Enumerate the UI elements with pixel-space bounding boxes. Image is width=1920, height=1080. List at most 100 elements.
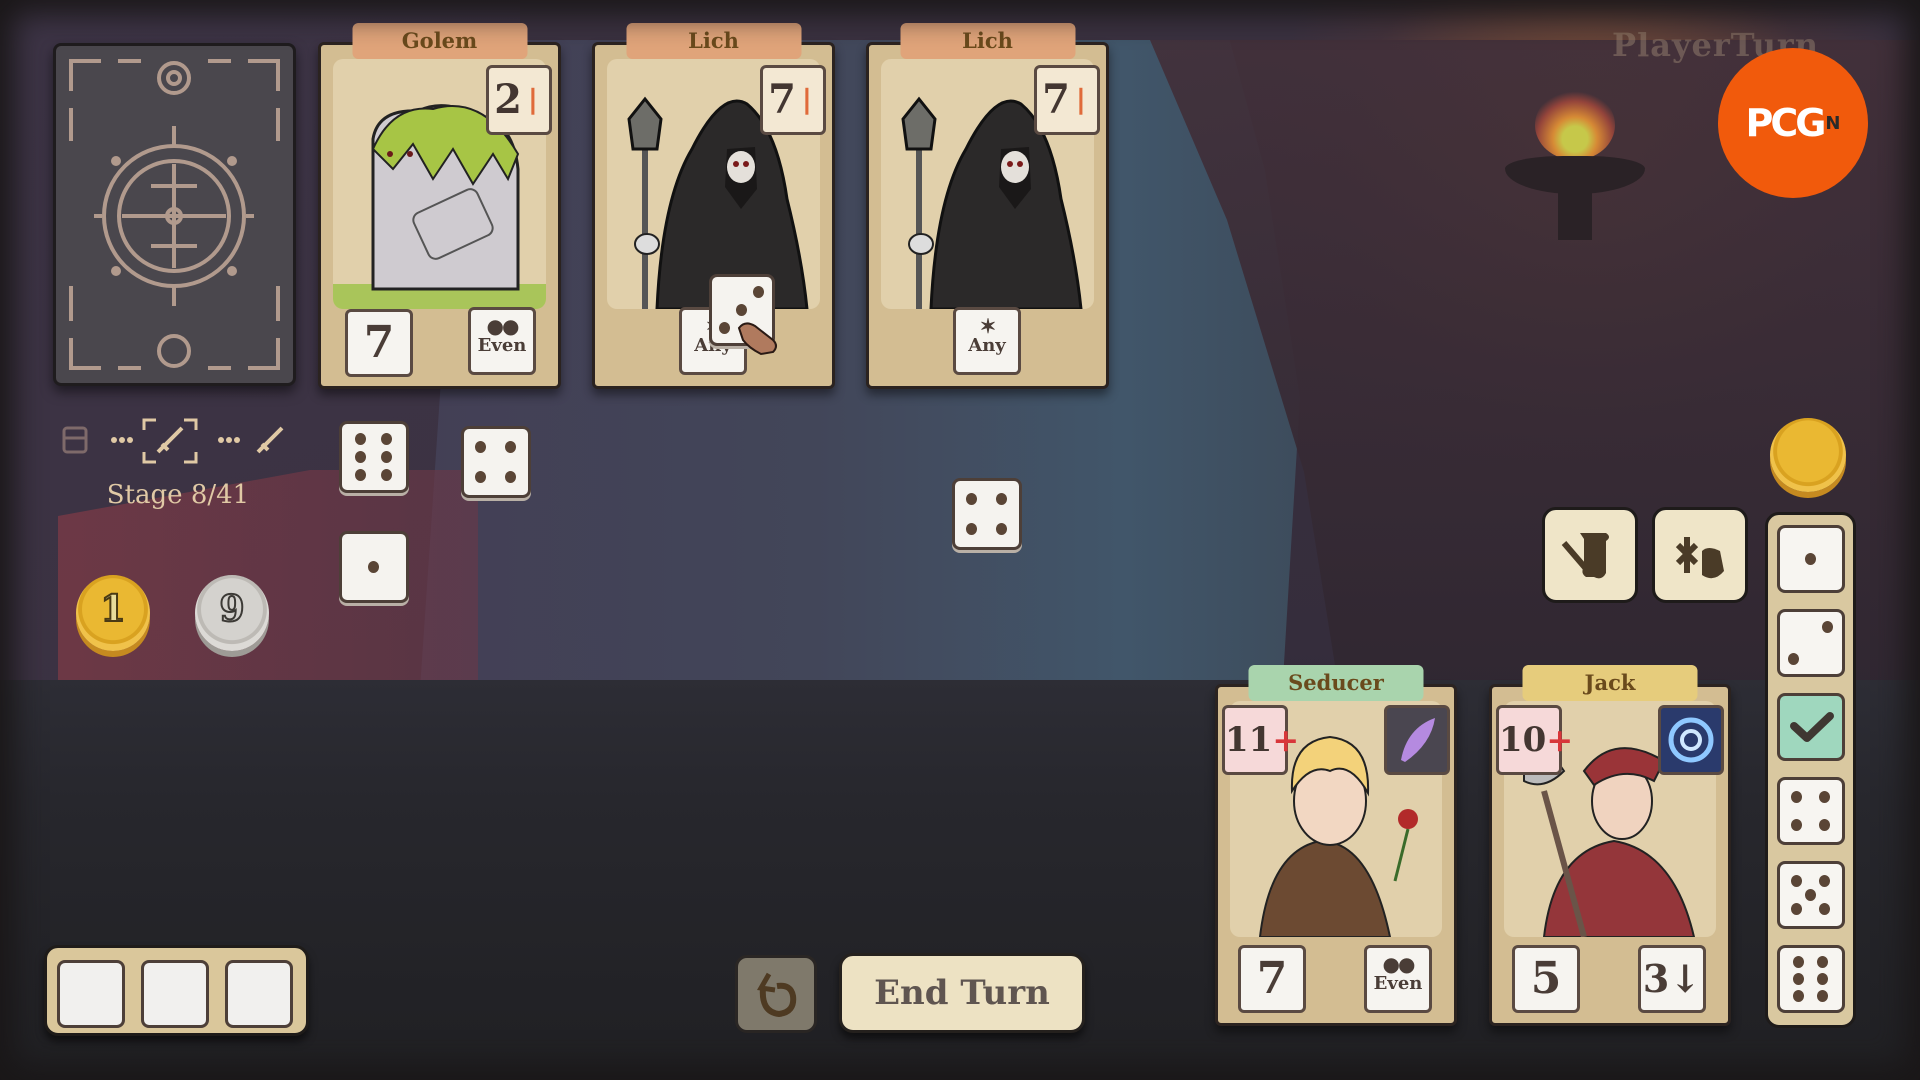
undo-button[interactable] — [735, 955, 817, 1033]
die-pip — [1819, 819, 1831, 832]
stage-path-icons — [62, 418, 284, 464]
any-star-icon: ✶ — [979, 314, 997, 338]
die-pip — [355, 451, 367, 463]
herb-pouch-icon — [1675, 537, 1724, 579]
attack-pin-icon: ❘ — [796, 85, 818, 115]
die-pip — [1819, 874, 1831, 887]
attack-pin-icon: ❘ — [1070, 85, 1092, 115]
dice-rack — [1765, 512, 1856, 1028]
die-pip — [1792, 955, 1804, 968]
dice-condition[interactable]: ●● Even — [1364, 945, 1432, 1013]
die-pip — [719, 322, 731, 335]
brazier-stem — [1558, 190, 1592, 240]
scroll-button[interactable] — [1542, 507, 1638, 603]
die-pip — [380, 469, 392, 482]
draw-deck[interactable] — [53, 43, 296, 386]
scroll-quill-icon — [1561, 533, 1609, 579]
table-die-4[interactable] — [461, 426, 531, 498]
current-battle-frame — [142, 418, 198, 464]
brazier-flame-icon — [1535, 90, 1615, 160]
enemy-card-lich-2[interactable]: Lich 7❘ ✶ Any — [866, 23, 1109, 389]
hero-card-jack[interactable]: Jack 10+ 5 3↓ — [1489, 665, 1731, 1026]
rack-die-used[interactable] — [1777, 693, 1845, 761]
table-die-6[interactable] — [339, 421, 409, 493]
rack-die-2[interactable] — [1777, 609, 1845, 677]
die-pip — [1819, 790, 1831, 803]
die-pip — [355, 469, 367, 482]
attack-value: 2 — [494, 76, 523, 123]
attack-stat: 5 — [1512, 945, 1580, 1013]
die-pip — [1805, 553, 1816, 565]
reserve-dice-slots — [44, 945, 309, 1036]
reroll-coin[interactable] — [1770, 418, 1846, 492]
watermark-sup: N — [1825, 112, 1841, 134]
die-pip — [1822, 620, 1834, 633]
die-pip — [995, 523, 1007, 536]
die-pip — [1819, 903, 1831, 916]
die-pip — [368, 561, 379, 573]
die-pip — [1805, 889, 1816, 901]
grab-hand-cursor-icon — [737, 322, 777, 356]
die-pip — [1790, 903, 1802, 916]
die-pip — [1817, 990, 1829, 1003]
stage-path — [58, 410, 298, 470]
attack-badge: 7❘ — [1034, 65, 1100, 135]
reserve-slot[interactable] — [57, 960, 125, 1028]
rack-die-5[interactable] — [1777, 861, 1845, 929]
checkmark-icon — [1790, 712, 1834, 742]
card-title: Lich — [626, 23, 801, 59]
rack-die-4[interactable] — [1777, 777, 1845, 845]
next-battle-sword-icon — [256, 426, 284, 454]
watermark-text: PCG — [1745, 101, 1826, 145]
die-pip — [1790, 874, 1802, 887]
condition-label: Even — [1373, 973, 1423, 994]
attack-badge: 2❘ — [486, 65, 552, 135]
die-pip — [380, 432, 392, 445]
die-pip — [380, 451, 392, 463]
condition-label: Any — [968, 335, 1006, 356]
blue-vortex-icon — [1668, 717, 1714, 763]
attack-pin-icon: ❘ — [522, 85, 544, 115]
attack-value: 7 — [768, 76, 797, 123]
gold-coin-counter: 1 — [76, 575, 150, 651]
card-title: Jack — [1522, 665, 1698, 701]
rack-die-6[interactable] — [1777, 945, 1845, 1013]
table-die-1[interactable] — [339, 531, 409, 603]
chest-icon — [62, 426, 88, 454]
skill-badge[interactable] — [1658, 705, 1724, 775]
health-badge: 11+ — [1222, 705, 1299, 775]
attack-stat: 7 — [1238, 945, 1306, 1013]
health-stat: 7 — [345, 309, 413, 377]
die-pip — [1792, 973, 1804, 985]
die-pip — [752, 285, 764, 298]
stage-label: Stage 8/41 — [106, 480, 250, 510]
skill-badge[interactable] — [1384, 705, 1450, 775]
enemy-card-golem[interactable]: Golem 2❘ 7 ●● Even — [318, 23, 561, 389]
health-value: 11 — [1225, 720, 1273, 760]
die-pip — [966, 492, 978, 505]
die-pip — [1790, 819, 1802, 832]
die-pip — [1817, 973, 1829, 985]
dice-condition: ●● Even — [468, 307, 536, 375]
die-pip — [1790, 790, 1802, 803]
die-pip — [355, 432, 367, 445]
attack-value: 7 — [1042, 76, 1071, 123]
pcgn-watermark-logo: PCG N — [1718, 48, 1868, 198]
hero-card-seducer[interactable]: Seducer 11+ 7 ●● Even — [1215, 665, 1457, 1026]
dice-condition[interactable]: 3↓ — [1638, 945, 1706, 1013]
card-title: Golem — [352, 23, 527, 59]
even-icon: ●● — [1382, 952, 1416, 976]
dice-condition-slot[interactable]: ✶ Any — [953, 307, 1021, 375]
die-pip — [1792, 990, 1804, 1003]
inventory-button[interactable] — [1652, 507, 1748, 603]
even-icon: ●● — [486, 314, 520, 338]
table-die-4[interactable] — [952, 478, 1022, 550]
end-turn-button[interactable]: End Turn — [839, 953, 1085, 1033]
card-title: Lich — [900, 23, 1075, 59]
reserve-slot[interactable] — [225, 960, 293, 1028]
reserve-slot[interactable] — [141, 960, 209, 1028]
rack-die-1[interactable] — [1777, 525, 1845, 593]
undo-icon — [757, 972, 797, 1018]
silver-coin-counter: 9 — [195, 575, 269, 651]
die-pip — [504, 471, 516, 484]
